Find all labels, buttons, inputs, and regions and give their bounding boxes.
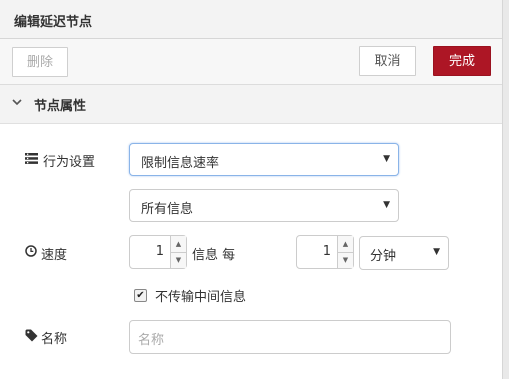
messages-per-text: 信息 每 <box>192 248 236 263</box>
done-button[interactable]: 完成 <box>433 46 491 76</box>
clock-icon <box>25 245 37 260</box>
name-placeholder: 名称 <box>138 333 165 348</box>
tag-icon <box>25 329 38 345</box>
rate-period-value: 1 <box>322 244 331 259</box>
action-mode-value: 限制信息速率 <box>141 156 220 171</box>
node-properties-header[interactable]: 节点属性 <box>0 85 502 124</box>
action-scope-value: 所有信息 <box>141 202 194 217</box>
dialog-title-bar: 编辑延迟节点 <box>0 0 502 39</box>
delete-button[interactable]: 删除 <box>12 47 68 77</box>
cancel-button[interactable]: 取消 <box>359 46 416 76</box>
rate-count-spinner[interactable]: 1 ▲ ▼ <box>129 235 187 269</box>
dropdown-caret-icon: ▼ <box>433 247 440 257</box>
chevron-down-icon <box>12 96 22 110</box>
dialog-title: 编辑延迟节点 <box>14 15 93 30</box>
list-icon <box>25 153 38 167</box>
spinner-arrows: ▲ ▼ <box>337 236 353 268</box>
spinner-up-icon[interactable]: ▲ <box>171 236 186 253</box>
action-scope-select[interactable]: 所有信息 ▼ <box>129 189 399 222</box>
spinner-down-icon[interactable]: ▼ <box>171 252 186 268</box>
dialog-toolbar: 删除 取消 完成 <box>0 39 502 85</box>
name-input[interactable]: 名称 <box>129 320 451 354</box>
rate-unit-value: 分钟 <box>370 249 397 264</box>
name-label: 名称 <box>41 332 68 347</box>
rate-count-value: 1 <box>155 244 164 259</box>
rate-period-spinner[interactable]: 1 ▲ ▼ <box>296 235 354 269</box>
rate-unit-select[interactable]: 分钟 ▼ <box>359 236 449 270</box>
dropdown-caret-icon: ▼ <box>383 154 390 164</box>
spinner-arrows: ▲ ▼ <box>170 236 186 268</box>
dropdown-caret-icon: ▼ <box>383 200 390 210</box>
section-title: 节点属性 <box>34 99 87 114</box>
rate-label: 速度 <box>41 248 68 263</box>
drop-intermediate-checkbox[interactable]: ✔ <box>134 289 147 302</box>
drop-intermediate-label: 不传输中间信息 <box>155 290 247 305</box>
edit-delay-node-dialog: 编辑延迟节点 删除 取消 完成 节点属性 行为设置 限制信息速率 ▼ 所有信息 … <box>0 0 502 379</box>
action-label: 行为设置 <box>43 155 96 170</box>
spinner-down-icon[interactable]: ▼ <box>338 252 353 268</box>
scrollbar[interactable] <box>502 0 509 379</box>
spinner-up-icon[interactable]: ▲ <box>338 236 353 253</box>
action-mode-select[interactable]: 限制信息速率 ▼ <box>129 143 399 176</box>
